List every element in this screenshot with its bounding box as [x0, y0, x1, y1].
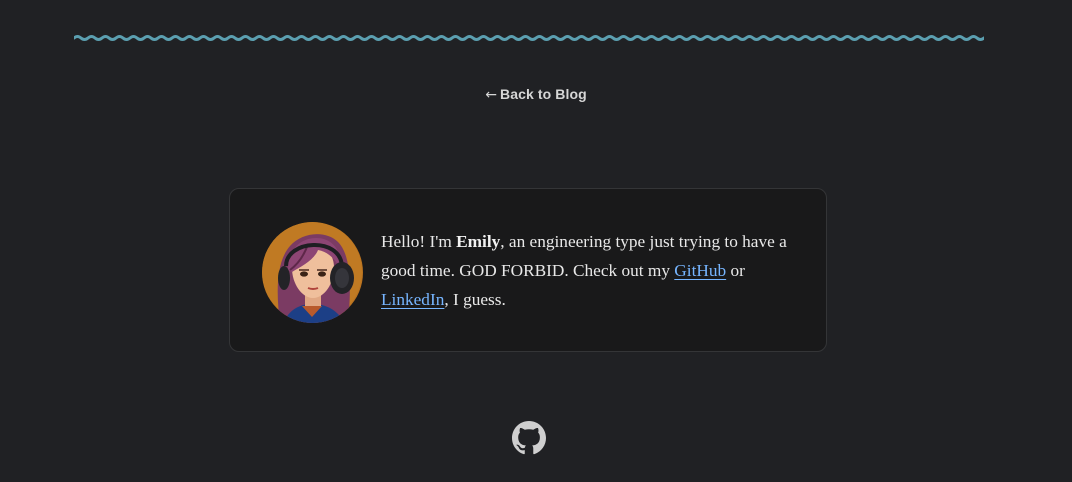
back-to-blog-link[interactable]: ← Back to Blog [0, 86, 1072, 103]
linkedin-link[interactable]: LinkedIn [381, 290, 444, 309]
bio-greeting: Hello! I'm [381, 232, 457, 251]
author-bio-card: Hello! I'm Emily, an engineering type ju… [229, 188, 827, 352]
author-name: Emily [456, 232, 501, 251]
author-bio-text: Hello! I'm Emily, an engineering type ju… [381, 227, 806, 314]
left-arrow-icon: ← [485, 87, 498, 103]
wavy-divider [74, 35, 984, 41]
github-link[interactable]: GitHub [674, 261, 726, 280]
github-icon[interactable] [512, 421, 546, 455]
bio-text-3: , I guess. [444, 290, 506, 309]
back-to-blog-label: Back to Blog [500, 86, 587, 102]
bio-text-2: or [726, 261, 745, 280]
author-avatar [262, 222, 363, 323]
